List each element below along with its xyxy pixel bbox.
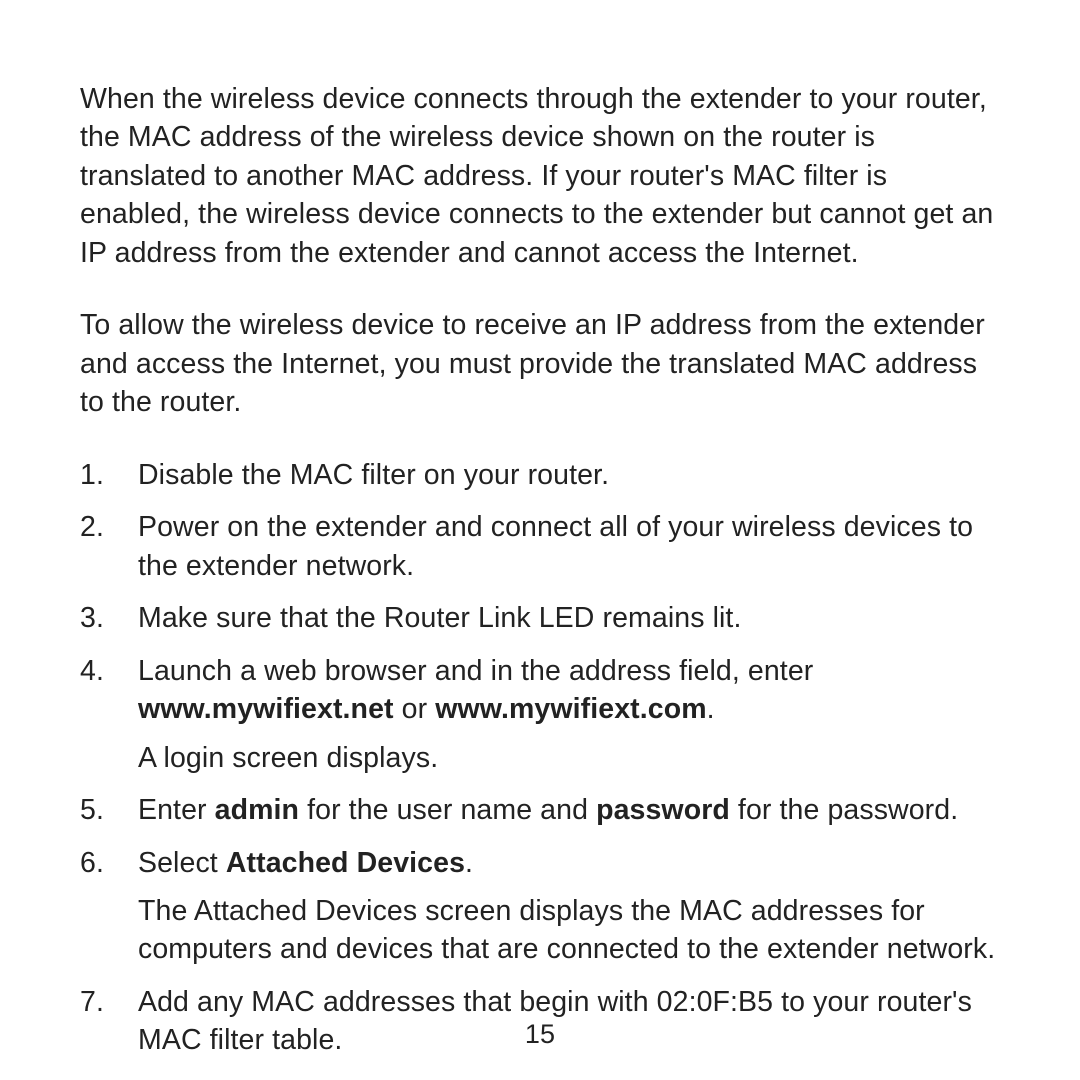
step-6-bold: Attached Devices xyxy=(226,847,465,879)
step-5-mid: for the user name and xyxy=(299,794,596,826)
step-2: Power on the extender and connect all of… xyxy=(80,508,1000,585)
step-5: Enter admin for the user name and passwo… xyxy=(80,791,1000,829)
step-4-url1: www.mywifiext.net xyxy=(138,693,394,725)
step-1-text: Disable the MAC filter on your router. xyxy=(138,459,609,491)
step-4-url2: www.mywifiext.com xyxy=(435,693,706,725)
step-5-post: for the password. xyxy=(730,794,958,826)
step-4-period: . xyxy=(707,693,715,725)
instruction-list: Disable the MAC filter on your router. P… xyxy=(80,456,1000,1060)
step-5-admin: admin xyxy=(215,794,299,826)
step-3-text: Make sure that the Router Link LED remai… xyxy=(138,602,741,634)
step-6-pre: Select xyxy=(138,847,226,879)
step-4-or: or xyxy=(394,693,436,725)
page-number: 15 xyxy=(0,1016,1080,1052)
step-4: Launch a web browser and in the address … xyxy=(80,652,1000,777)
intro-paragraph-1: When the wireless device connects throug… xyxy=(80,80,1000,272)
step-2-text: Power on the extender and connect all of… xyxy=(138,511,973,581)
intro-paragraph-2: To allow the wireless device to receive … xyxy=(80,306,1000,421)
step-6-sub: The Attached Devices screen displays the… xyxy=(138,892,1000,969)
step-4-pre: Launch a web browser and in the address … xyxy=(138,655,813,687)
step-5-password: password xyxy=(596,794,730,826)
document-page: When the wireless device connects throug… xyxy=(0,0,1080,1080)
step-1: Disable the MAC filter on your router. xyxy=(80,456,1000,494)
step-6-period: . xyxy=(465,847,473,879)
step-6: Select Attached Devices. The Attached De… xyxy=(80,844,1000,969)
step-3: Make sure that the Router Link LED remai… xyxy=(80,599,1000,637)
step-4-sub: A login screen displays. xyxy=(138,739,1000,777)
step-5-pre: Enter xyxy=(138,794,215,826)
